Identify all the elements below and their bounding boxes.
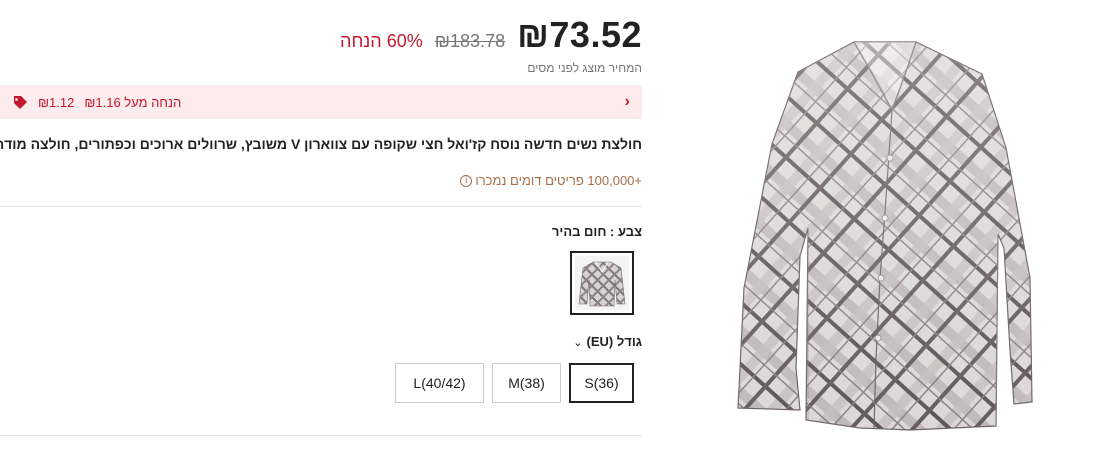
original-price: ₪183.78: [434, 31, 506, 51]
coupon-threshold-text: הנחה מעל ₪1.16: [84, 94, 182, 110]
blouse-photo: [737, 41, 1033, 431]
tax-note: המחיר מוצג לפני מסים: [527, 61, 642, 75]
tag-icon: [12, 94, 28, 110]
coupon-amount: ₪1.12: [38, 94, 75, 110]
chevron-left-icon: ‹: [624, 93, 630, 110]
size-options: S(36) M(38) L(40/42): [395, 363, 634, 403]
coupon-content: הנחה מעל ₪1.16 ₪1.12: [12, 94, 181, 110]
price-row: 60% הנחה ₪183.78 ₪73.52: [340, 14, 642, 56]
sold-count: +100,000 פריטים דומים נמכרו i: [460, 173, 642, 188]
size-label-text: גודל (EU): [586, 334, 643, 349]
coupon-banner[interactable]: ‹ הנחה מעל ₪1.16 ₪1.12: [0, 85, 642, 119]
size-option-l[interactable]: L(40/42): [395, 363, 484, 403]
size-option-s[interactable]: S(36): [569, 363, 634, 403]
product-info-panel: 60% הנחה ₪183.78 ₪73.52 המחיר מוצג לפני …: [0, 0, 642, 452]
color-label: צבע : חום בהיר: [551, 224, 642, 239]
divider: [0, 435, 642, 436]
size-option-m[interactable]: M(38): [492, 363, 561, 403]
blouse-thumbnail-icon: [575, 256, 629, 310]
divider: [0, 206, 642, 207]
product-title: חולצת נשים חדשה נוסח קז'ואל חצי שקופה עם…: [0, 136, 642, 152]
size-label[interactable]: גודל (EU) ⌄: [573, 334, 642, 349]
current-price: ₪73.52: [517, 14, 642, 55]
info-icon[interactable]: i: [460, 174, 473, 187]
discount-label: 60% הנחה: [340, 31, 423, 51]
chevron-down-icon: ⌄: [573, 337, 583, 349]
color-swatch-selected[interactable]: [570, 251, 634, 315]
product-image[interactable]: [714, 28, 1054, 438]
sold-count-text: +100,000 פריטים דומים נמכרו: [475, 173, 642, 188]
